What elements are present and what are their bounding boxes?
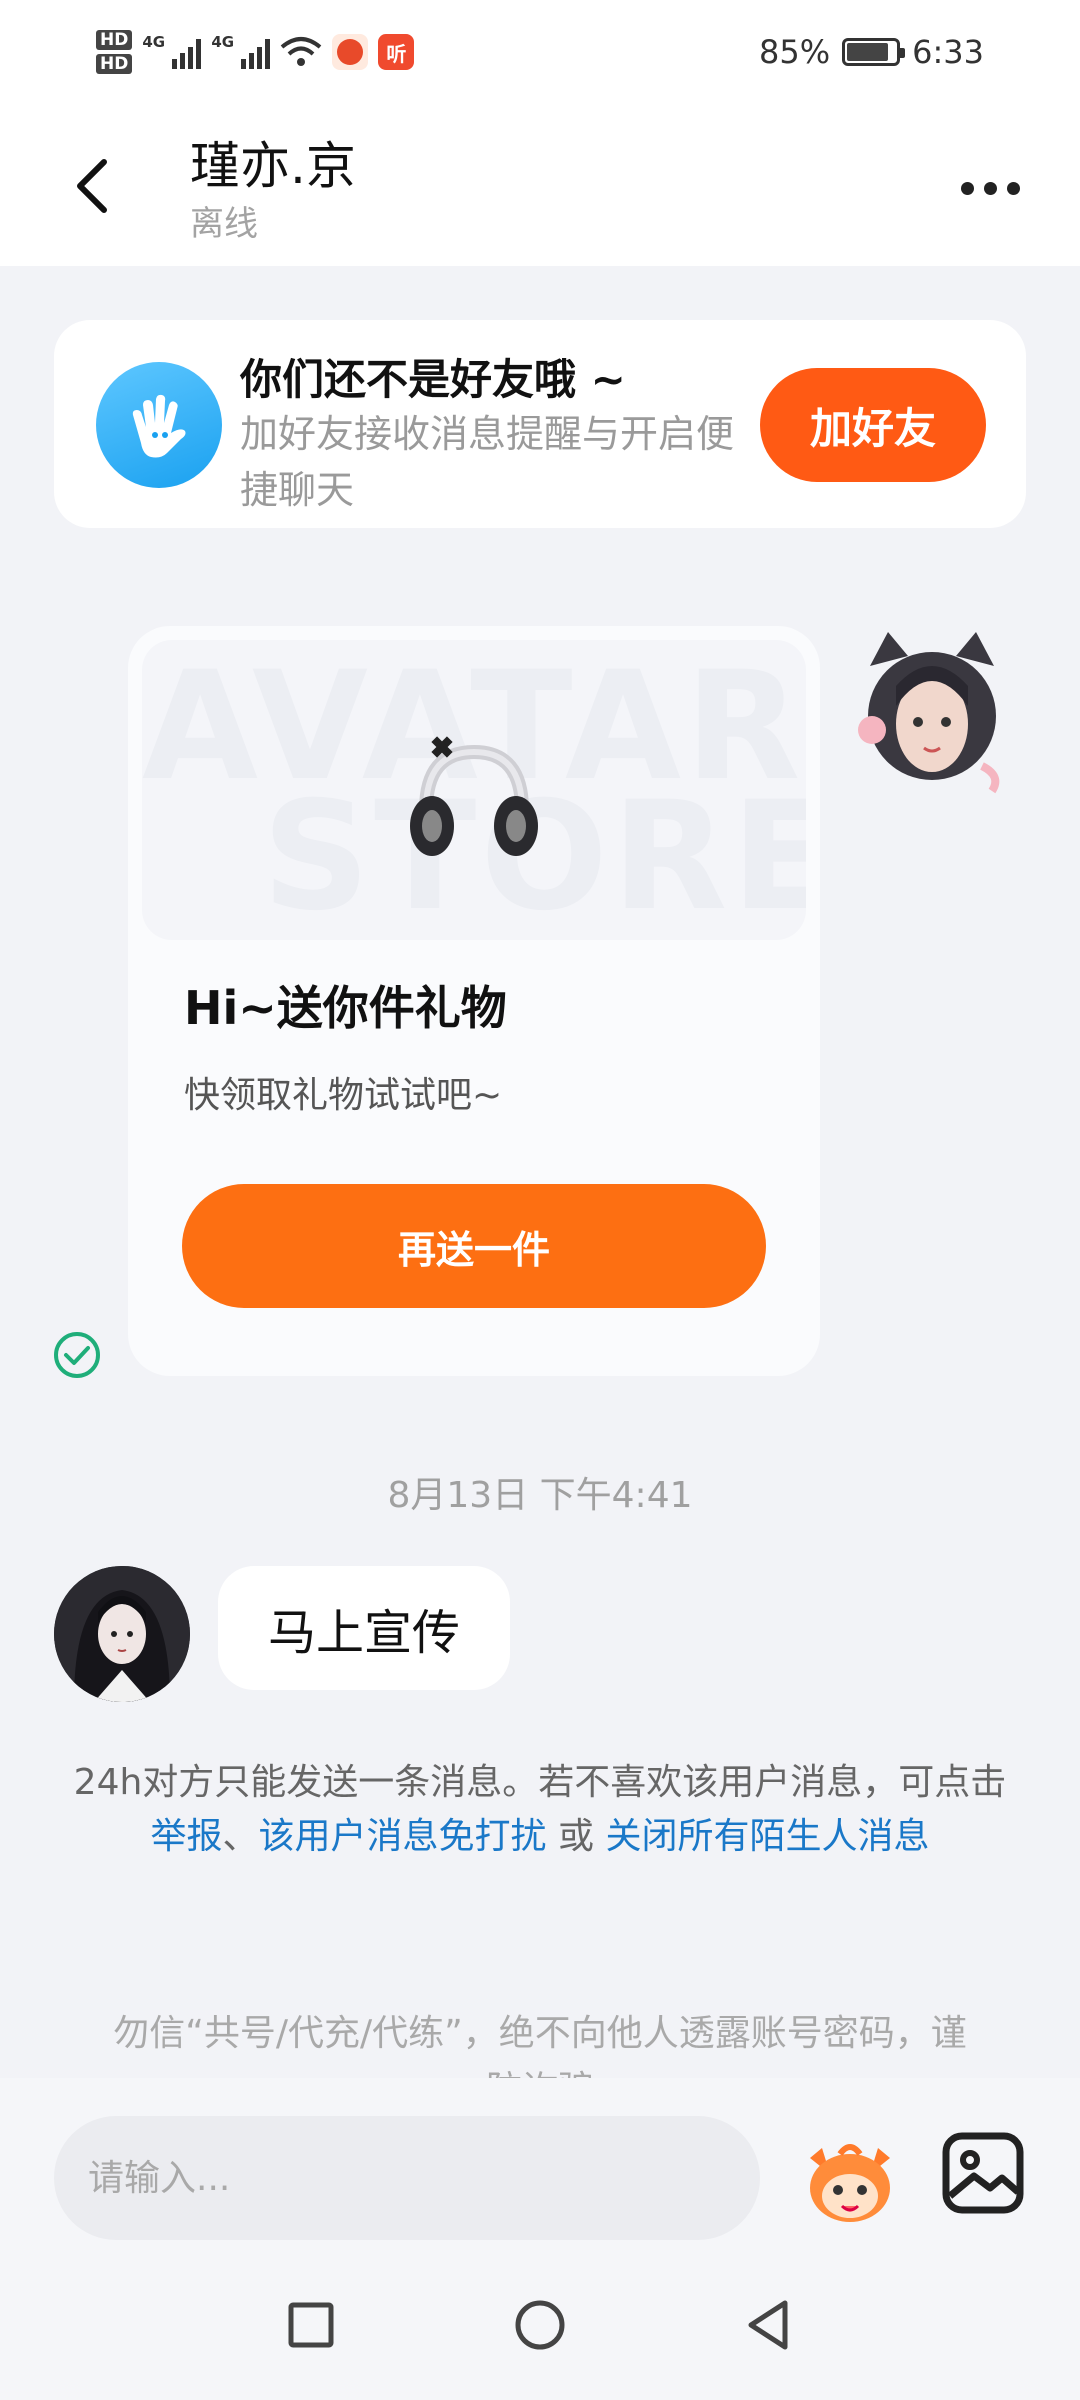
notice-separator: 、 <box>222 1816 259 1857</box>
wave-hand-icon <box>96 362 222 488</box>
input-bar <box>0 2078 1080 2248</box>
image-icon[interactable] <box>940 2130 1026 2216</box>
banner-description: 加好友接收消息提醒与开启便捷聊天 <box>240 412 735 512</box>
gift-subtitle: 快领取礼物试试吧~ <box>184 1075 503 1116</box>
report-link[interactable]: 举报 <box>151 1816 223 1857</box>
back-button[interactable] <box>60 148 124 224</box>
dot-icon <box>1006 181 1020 195</box>
sender-avatar[interactable] <box>54 1566 190 1702</box>
home-button[interactable] <box>505 2290 575 2360</box>
dot-icon <box>960 181 974 195</box>
headphones-icon <box>410 736 538 856</box>
add-friend-button[interactable]: 加好友 <box>760 368 986 482</box>
close-stranger-messages-link[interactable]: 关闭所有陌生人消息 <box>605 1816 929 1857</box>
hd-badge-2: HD <box>96 54 133 74</box>
gift-title: Hi~送你件礼物 <box>184 981 507 1035</box>
network-type-1: 4G <box>142 33 166 51</box>
gift-message-card[interactable]: AVATAR STORE Hi~送你件礼物 快领取礼物试试吧~ 再送一件 <box>128 626 820 1376</box>
gift-preview: AVATAR STORE <box>142 640 806 940</box>
banner-title: 你们还不是好友哦 ~ <box>240 355 626 404</box>
signal-icon-1: 4G <box>142 33 202 69</box>
sticker-mascot-icon[interactable] <box>800 2128 900 2228</box>
hd-badge-1: HD <box>96 30 133 50</box>
dot-icon <box>983 181 997 195</box>
battery-percent: 85% <box>759 33 831 71</box>
status-bar-right: 85% 6:33 <box>759 30 984 74</box>
contact-status: 离线 <box>190 204 258 244</box>
recent-apps-button[interactable] <box>276 2290 346 2360</box>
mute-user-link[interactable]: 该用户消息免打扰 <box>259 1816 547 1857</box>
clock: 6:33 <box>912 33 984 71</box>
status-bar-left: HD HD 4G 4G 听 <box>96 20 415 84</box>
system-notice: 24h对方只能发送一条消息。若不喜欢该用户消息，可点击 举报、该用户消息免打扰 … <box>60 1756 1020 1864</box>
system-nav-bar <box>0 2248 1080 2400</box>
app-notification-icon <box>332 34 369 70</box>
hd-indicators: HD HD <box>96 30 133 74</box>
more-options-button[interactable] <box>950 158 1030 218</box>
chat-header: 瑾亦.京 离线 <box>0 104 1080 266</box>
add-friend-banner: 你们还不是好友哦 ~ 加好友接收消息提醒与开启便捷聊天 加好友 <box>54 320 1026 528</box>
triangle-back-icon <box>748 2300 788 2350</box>
my-avatar[interactable] <box>852 626 1012 796</box>
status-bar: HD HD 4G 4G 听 85% 6:33 <box>0 0 1080 104</box>
square-icon <box>288 2302 334 2348</box>
message-bubble[interactable]: 马上宣传 <box>218 1566 511 1690</box>
circle-icon <box>515 2300 565 2350</box>
sent-check-icon <box>54 1332 100 1378</box>
nav-back-button[interactable] <box>734 2290 804 2360</box>
message-input[interactable] <box>54 2116 760 2240</box>
listen-app-icon: 听 <box>378 34 415 70</box>
notice-or: 或 <box>546 1816 606 1857</box>
security-warning: 勿信“共号/代充/代练”，绝不向他人透露账号密码，谨防诈骗 <box>113 2013 967 2086</box>
contact-name: 瑾亦.京 <box>190 137 356 195</box>
message-timestamp: 8月13日 下午4:41 <box>387 1475 693 1516</box>
notice-text: 24h对方只能发送一条消息。若不喜欢该用户消息，可点击 <box>73 1762 1007 1803</box>
battery-icon <box>842 38 906 66</box>
send-another-gift-button[interactable]: 再送一件 <box>182 1184 766 1308</box>
wifi-icon <box>280 35 322 69</box>
network-type-2: 4G <box>211 33 235 51</box>
signal-icon-2: 4G <box>211 33 271 69</box>
chevron-left-icon <box>77 159 107 213</box>
